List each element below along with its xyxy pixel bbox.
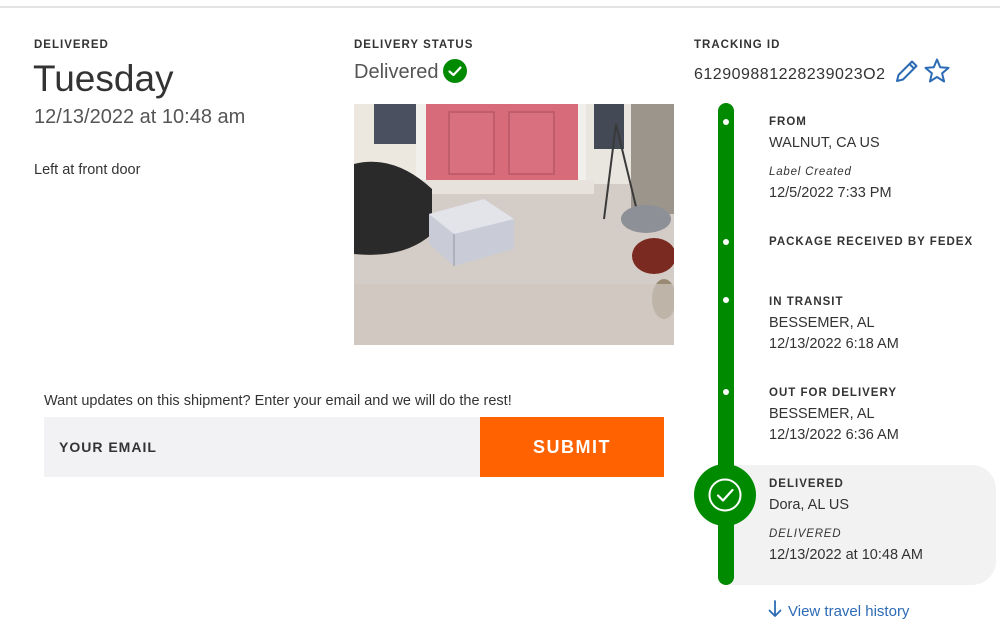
top-divider: [0, 6, 1000, 8]
event-status-label: Label Created: [769, 166, 852, 178]
arrow-down-icon: [768, 600, 782, 622]
submit-button[interactable]: SUBMIT: [480, 417, 664, 477]
event-title-in-transit: IN TRANSIT: [769, 296, 844, 308]
timeline-dot: [723, 297, 729, 303]
timeline-dot: [723, 239, 729, 245]
email-input[interactable]: [44, 417, 480, 477]
tracking-number: 612909881228239023O2: [694, 66, 886, 83]
event-location: Dora, AL US: [769, 497, 850, 513]
timeline-dot: [723, 389, 729, 395]
event-location: BESSEMER, AL: [769, 315, 875, 331]
event-status-label: DELIVERED: [769, 528, 842, 540]
event-location: BESSEMER, AL: [769, 406, 875, 422]
proof-of-delivery-photo: [354, 104, 674, 345]
tracking-id-heading: TRACKING ID: [694, 39, 781, 51]
delivery-datetime: 12/13/2022 at 10:48 am: [34, 106, 246, 128]
event-datetime: 12/5/2022 7:33 PM: [769, 185, 892, 201]
timeline-dot: [723, 119, 729, 125]
star-icon[interactable]: [923, 57, 951, 85]
event-title-delivered: DELIVERED: [769, 478, 844, 490]
event-title-received: PACKAGE RECEIVED BY FEDEX: [769, 236, 974, 248]
delivered-heading: DELIVERED: [34, 39, 109, 51]
delivered-check-icon: [694, 464, 756, 526]
event-title-out-for-delivery: OUT FOR DELIVERY: [769, 387, 898, 399]
view-travel-history-link[interactable]: View travel history: [768, 600, 909, 622]
pencil-icon[interactable]: [893, 57, 921, 85]
event-datetime: 12/13/2022 at 10:48 AM: [769, 547, 923, 563]
delivery-status-value: Delivered: [354, 61, 439, 83]
delivery-day: Tuesday: [33, 58, 174, 99]
delivery-status-heading: DELIVERY STATUS: [354, 39, 474, 51]
event-location: WALNUT, CA US: [769, 135, 880, 151]
updates-prompt: Want updates on this shipment? Enter you…: [44, 393, 512, 409]
check-circle-icon: [443, 59, 467, 83]
event-datetime: 12/13/2022 6:36 AM: [769, 427, 899, 443]
view-travel-history-label: View travel history: [788, 602, 910, 620]
event-title-from: FROM: [769, 116, 807, 128]
event-datetime: 12/13/2022 6:18 AM: [769, 336, 899, 352]
delivery-location-note: Left at front door: [34, 162, 141, 178]
delivered-event-panel: [726, 465, 996, 585]
